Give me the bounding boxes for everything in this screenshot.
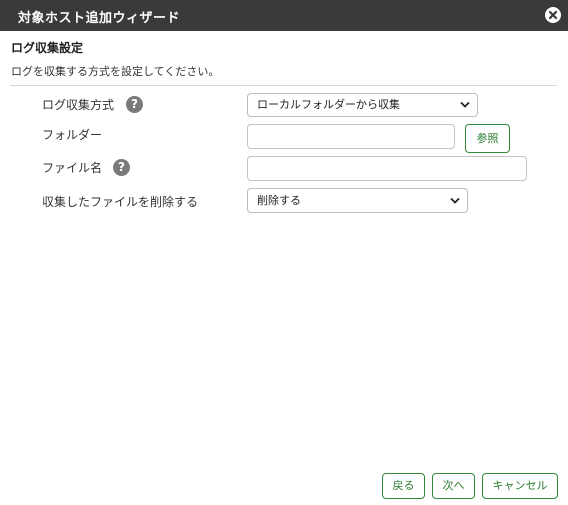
next-button[interactable]: 次へ: [432, 473, 475, 499]
chevron-down-icon: [460, 101, 470, 108]
title-bar: 対象ホスト追加ウィザード: [0, 0, 568, 31]
section-description: ログを収集する方式を設定してください。: [11, 65, 220, 78]
help-icon[interactable]: ?: [126, 96, 143, 113]
chevron-down-icon: [450, 197, 460, 204]
delete-label: 収集したファイルを削除する: [42, 195, 199, 209]
section-title: ログ収集設定: [11, 41, 84, 55]
method-label: ログ収集方式: [42, 98, 115, 112]
filename-input[interactable]: [247, 156, 527, 181]
divider: [10, 85, 557, 86]
help-icon[interactable]: ?: [113, 159, 130, 176]
method-select-value: ローカルフォルダーから収集: [257, 98, 400, 111]
filename-label: ファイル名: [42, 161, 103, 175]
window-title: 対象ホスト追加ウィザード: [18, 11, 181, 26]
delete-select[interactable]: 削除する: [247, 188, 468, 213]
close-button[interactable]: [545, 7, 561, 23]
folder-label: フォルダー: [42, 128, 103, 142]
close-icon: [548, 10, 558, 20]
browse-button[interactable]: 参照: [465, 124, 510, 153]
back-button[interactable]: 戻る: [382, 473, 425, 499]
method-select[interactable]: ローカルフォルダーから収集: [247, 93, 478, 117]
cancel-button[interactable]: キャンセル: [482, 473, 558, 499]
delete-select-value: 削除する: [257, 194, 301, 207]
folder-input[interactable]: [247, 124, 455, 149]
